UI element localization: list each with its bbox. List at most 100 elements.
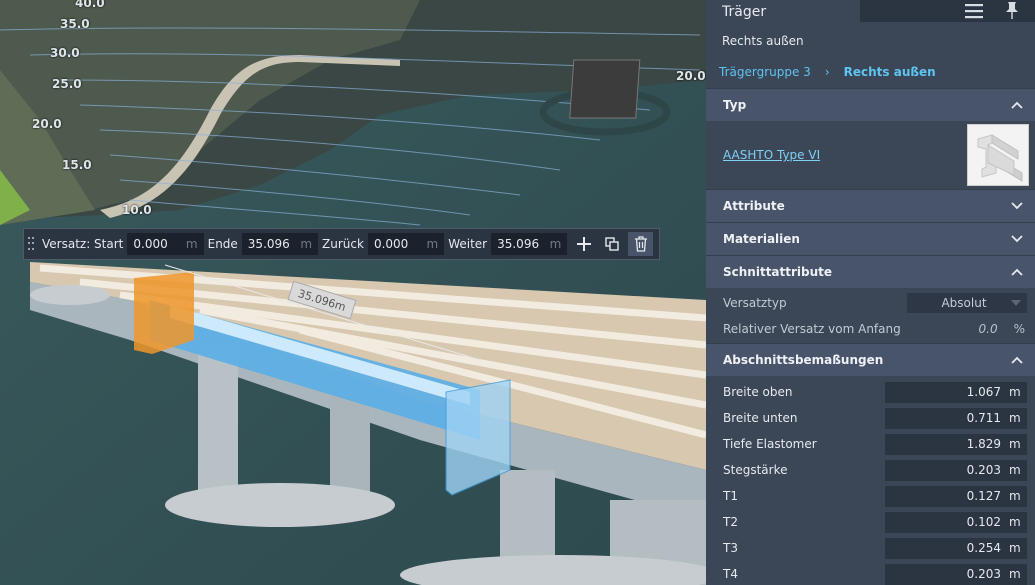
dimension-row-elastomer-depth: Tiefe Elastomer 1.829 m	[706, 431, 1035, 457]
section-header-materials[interactable]: Materialien	[706, 222, 1035, 255]
chevron-right-icon: ›	[824, 65, 830, 79]
chevron-up-icon	[1011, 268, 1023, 276]
copy-icon	[605, 237, 619, 251]
dimension-value: 0.254	[966, 541, 1001, 555]
t2-input[interactable]: 0.102 m	[885, 511, 1027, 533]
start-offset-input[interactable]	[133, 237, 186, 251]
contour-label: 30.0	[50, 46, 80, 60]
properties-panel: Träger Rechts außen Trägergruppe 3 › Rec…	[706, 0, 1035, 585]
bottom-width-input[interactable]: 0.711 m	[885, 407, 1027, 429]
dimension-label: T4	[723, 567, 738, 581]
offset-type-value: Absolut	[941, 296, 987, 310]
unit-label: m	[426, 237, 439, 251]
plus-icon	[576, 237, 591, 251]
section-title: Typ	[723, 98, 747, 112]
bridge-scene[interactable]	[0, 0, 706, 585]
contour-label: 15.0	[62, 158, 92, 172]
copy-button[interactable]	[600, 232, 625, 256]
dimension-label: Stegstärke	[723, 463, 788, 477]
relative-offset-row: Relativer Versatz vom Anfang 0.0 %	[706, 316, 1035, 342]
relative-offset-value: 0.0	[978, 322, 998, 336]
panel-tab-title[interactable]: Träger	[706, 0, 860, 22]
dimension-value: 1.829	[966, 437, 1001, 451]
percent-unit: %	[1013, 322, 1025, 336]
section-header-dimensions[interactable]: Abschnittsbemaßungen	[706, 343, 1035, 376]
dimension-label: T2	[723, 515, 738, 529]
forward-offset-input[interactable]	[497, 237, 550, 251]
section-title: Abschnittsbemaßungen	[723, 353, 884, 367]
chevron-down-icon	[1011, 235, 1023, 243]
start-offset-label: Versatz: Start	[42, 237, 124, 251]
contour-label: 40.0	[75, 0, 105, 10]
girder-type-link[interactable]: AASHTO Type VI	[723, 148, 820, 162]
add-button[interactable]	[571, 232, 596, 256]
unit-label: m	[1009, 541, 1021, 555]
unit-label: m	[185, 237, 198, 251]
dimension-row-web-thickness: Stegstärke 0.203 m	[706, 457, 1035, 483]
pin-icon[interactable]	[1003, 1, 1021, 19]
back-offset-label: Zurück	[322, 237, 364, 251]
back-offset-input[interactable]	[373, 237, 426, 251]
contour-label: 20.0	[32, 117, 62, 131]
girder-type-thumbnail[interactable]	[967, 124, 1029, 186]
section-header-type[interactable]: Typ	[706, 88, 1035, 121]
end-offset-input[interactable]	[247, 237, 300, 251]
t1-input[interactable]: 0.127 m	[885, 485, 1027, 507]
breadcrumb-item-current: Rechts außen	[843, 65, 936, 79]
dimension-row-top-width: Breite oben 1.067 m	[706, 379, 1035, 405]
top-width-input[interactable]: 1.067 m	[885, 381, 1027, 403]
t3-input[interactable]: 0.254 m	[885, 537, 1027, 559]
breadcrumb-item-girder-group[interactable]: Trägergruppe 3	[719, 65, 811, 79]
dimension-value: 0.127	[966, 489, 1001, 503]
section-title: Attribute	[723, 199, 785, 213]
end-offset-field[interactable]: m	[241, 233, 319, 255]
unit-label: m	[1009, 515, 1021, 529]
back-offset-field[interactable]: m	[367, 233, 445, 255]
elastomer-depth-input[interactable]: 1.829 m	[885, 433, 1027, 455]
unit-label: m	[300, 237, 313, 251]
forward-offset-field[interactable]: m	[491, 233, 568, 255]
dimension-row-bottom-width: Breite unten 0.711 m	[706, 405, 1035, 431]
offset-type-label: Versatztyp	[723, 296, 787, 310]
relative-offset-label: Relativer Versatz vom Anfang	[723, 322, 901, 336]
panel-header: Träger	[706, 0, 1035, 22]
unit-label: m	[549, 237, 562, 251]
section-header-attributes[interactable]: Attribute	[706, 189, 1035, 222]
dimension-value: 0.203	[966, 567, 1001, 581]
girder-shape-icon	[977, 134, 1023, 182]
forward-offset-label: Weiter	[448, 237, 488, 251]
t4-input[interactable]: 0.203 m	[885, 563, 1027, 585]
dimension-row-t1: T1 0.127 m	[706, 483, 1035, 509]
offset-type-dropdown[interactable]: Absolut	[907, 293, 1027, 313]
chevron-up-icon	[1011, 101, 1023, 109]
dimension-row-t3: T3 0.254 m	[706, 535, 1035, 561]
end-offset-label: Ende	[207, 237, 238, 251]
unit-label: m	[1009, 489, 1021, 503]
offset-type-row: Versatztyp Absolut	[706, 290, 1035, 316]
offset-toolbar: Versatz: Start m Ende m Zurück m Weiter …	[23, 228, 660, 260]
web-thickness-input[interactable]: 0.203 m	[885, 459, 1027, 481]
unit-label: m	[1009, 437, 1021, 451]
caret-down-icon	[1011, 300, 1021, 306]
dimension-label: Breite unten	[723, 411, 798, 425]
drag-handle-icon[interactable]	[28, 237, 34, 251]
breadcrumb: Trägergruppe 3 › Rechts außen	[706, 56, 1035, 88]
section-header-cross-section[interactable]: Schnittattribute	[706, 255, 1035, 288]
type-row: AASHTO Type VI	[706, 121, 1035, 189]
start-offset-field[interactable]: m	[127, 233, 204, 255]
unit-label: m	[1009, 385, 1021, 399]
3d-viewport[interactable]: 40.0 35.0 30.0 25.0 20.0 15.0 10.0 20.0 …	[0, 0, 706, 585]
dimension-label: T1	[723, 489, 738, 503]
relative-offset-readout: 0.0 %	[979, 322, 1026, 336]
delete-button[interactable]	[628, 232, 654, 256]
dimension-list: Breite oben 1.067 m Breite unten 0.711 m T…	[706, 376, 1035, 585]
dimension-value: 0.711	[966, 411, 1001, 425]
dimension-row-t2: T2 0.102 m	[706, 509, 1035, 535]
section-title: Schnittattribute	[723, 265, 833, 279]
dimension-value: 0.102	[966, 515, 1001, 529]
dimension-value: 1.067	[966, 385, 1001, 399]
dimension-label: Tiefe Elastomer	[723, 437, 817, 451]
menu-icon[interactable]	[964, 3, 984, 19]
unit-label: m	[1009, 567, 1021, 581]
dimension-value: 0.203	[966, 463, 1001, 477]
